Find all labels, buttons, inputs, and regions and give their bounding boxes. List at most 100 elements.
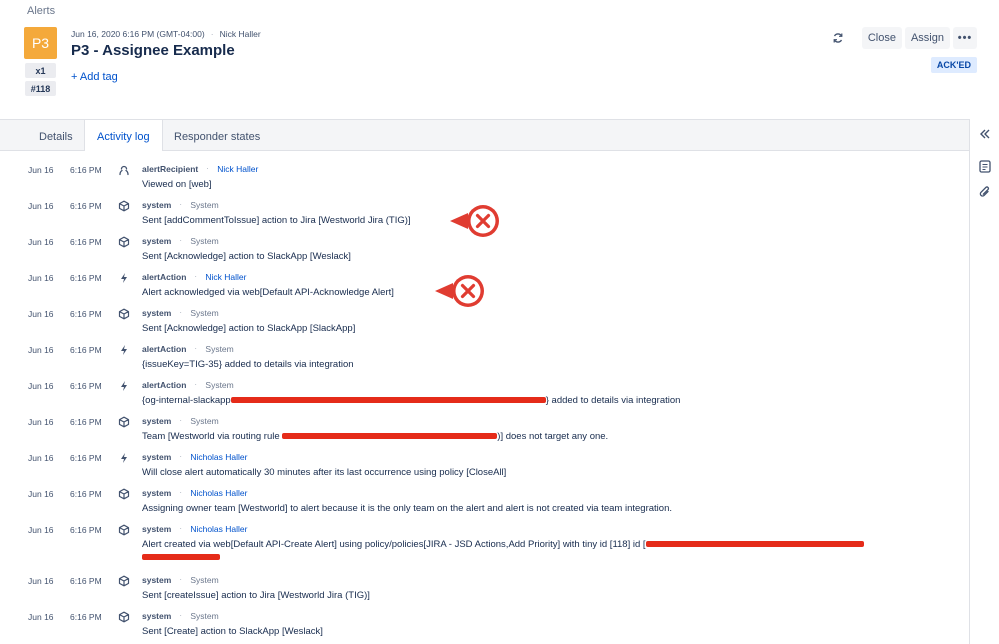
meta-separator: · bbox=[210, 29, 214, 39]
log-message: {og-internal-slackapp} added to details … bbox=[142, 395, 680, 406]
log-separator: · bbox=[206, 164, 209, 173]
redaction-mark bbox=[142, 554, 220, 560]
log-time: 6:16 PM bbox=[70, 309, 102, 319]
log-time: 6:16 PM bbox=[70, 525, 102, 535]
attachment-icon[interactable] bbox=[978, 185, 992, 199]
priority-badge: P3 bbox=[24, 27, 57, 59]
table-row: Jun 16 6:16 PM alertAction · System {issueKey… bbox=[0, 336, 969, 372]
log-separator: · bbox=[194, 380, 198, 389]
activity-panel: Details Activity log Responder states Ju… bbox=[0, 119, 969, 644]
table-row: Jun 16 6:16 PM alertAction · System {og-inter… bbox=[0, 372, 969, 408]
log-message: Alert created via web[Default API-Create… bbox=[142, 539, 864, 550]
log-actor: alertRecipient bbox=[142, 164, 199, 174]
log-date: Jun 16 bbox=[28, 576, 54, 586]
log-separator: · bbox=[179, 200, 182, 209]
person-icon bbox=[118, 164, 130, 176]
log-user[interactable]: Nick Haller bbox=[205, 272, 246, 282]
lightning-icon bbox=[118, 344, 130, 356]
log-separator: · bbox=[179, 308, 182, 317]
collapse-icon[interactable] bbox=[978, 127, 992, 141]
log-date: Jun 16 bbox=[28, 237, 54, 247]
log-message-text: Team [Westworld via routing rule bbox=[142, 431, 283, 442]
log-message: Sent [Acknowledge] action to SlackApp [W… bbox=[142, 251, 351, 262]
count-badge: x1 bbox=[25, 63, 56, 78]
redaction-mark bbox=[645, 541, 864, 548]
log-user: System bbox=[190, 308, 219, 318]
alert-owner: Nick Haller bbox=[219, 29, 261, 39]
log-separator: · bbox=[179, 575, 182, 584]
cube-icon bbox=[118, 200, 130, 212]
log-actor: system bbox=[142, 308, 172, 318]
log-message-text: Alert created via web[Default API-Create… bbox=[142, 539, 646, 550]
log-time: 6:16 PM bbox=[70, 612, 102, 622]
log-user: System bbox=[190, 575, 219, 585]
log-time: 6:16 PM bbox=[70, 381, 102, 391]
log-date: Jun 16 bbox=[28, 612, 54, 622]
log-separator: · bbox=[179, 236, 182, 245]
log-separator: · bbox=[179, 416, 182, 425]
log-time: 6:16 PM bbox=[70, 273, 102, 283]
log-time: 6:16 PM bbox=[70, 201, 102, 211]
tab-bar: Details Activity log Responder states bbox=[0, 120, 969, 151]
close-button[interactable]: Close bbox=[861, 27, 902, 49]
log-separator: · bbox=[179, 488, 182, 497]
log-user: System bbox=[190, 200, 219, 210]
log-separator: · bbox=[179, 611, 182, 620]
log-user: System bbox=[190, 236, 219, 246]
log-time: 6:16 PM bbox=[70, 489, 102, 499]
table-row: Jun 16 6:16 PM alertRecipient · Nick Haller V… bbox=[0, 156, 969, 192]
log-actor: system bbox=[142, 488, 172, 498]
log-message: Will close alert automatically 30 minute… bbox=[142, 467, 507, 478]
log-actor: system bbox=[142, 452, 172, 462]
more-actions-button[interactable]: ••• bbox=[953, 27, 977, 49]
redaction-mark bbox=[230, 397, 546, 404]
log-date: Jun 16 bbox=[28, 165, 54, 175]
log-date: Jun 16 bbox=[28, 381, 54, 391]
log-message: Sent [Acknowledge] action to SlackApp [S… bbox=[142, 323, 356, 334]
log-user[interactable]: Nick Haller bbox=[217, 164, 258, 174]
log-actor: system bbox=[142, 416, 172, 426]
log-message-text: )] does not target any one. bbox=[497, 431, 609, 442]
log-actor: alertAction bbox=[142, 380, 187, 390]
log-actor: system bbox=[142, 524, 172, 534]
notes-icon[interactable] bbox=[978, 159, 992, 173]
log-time: 6:16 PM bbox=[70, 345, 102, 355]
log-user[interactable]: Nicholas Haller bbox=[190, 524, 247, 534]
table-row: Jun 16 6:16 PM system · Nicholas Haller Alert… bbox=[0, 516, 969, 567]
log-date: Jun 16 bbox=[28, 525, 54, 535]
error-callout-icon bbox=[433, 273, 489, 309]
log-separator: · bbox=[194, 272, 198, 281]
refresh-icon[interactable] bbox=[825, 27, 851, 49]
cube-icon bbox=[118, 308, 130, 320]
lightning-icon bbox=[118, 452, 130, 464]
breadcrumb[interactable]: Alerts bbox=[27, 5, 55, 17]
status-badge: ACK'ED bbox=[930, 57, 977, 73]
log-message: {issueKey=TIG-35} added to details via i… bbox=[142, 359, 354, 370]
log-user[interactable]: Nicholas Haller bbox=[190, 488, 247, 498]
tiny-id-badge: #118 bbox=[25, 81, 56, 96]
log-message: Sent [createIssue] action to Jira [Westw… bbox=[142, 590, 370, 601]
table-row: Jun 16 6:16 PM system · System Sent [createIs… bbox=[0, 567, 969, 603]
cube-icon bbox=[118, 611, 130, 623]
tab-activity-log[interactable]: Activity log bbox=[84, 120, 163, 151]
redaction-mark bbox=[282, 433, 498, 440]
log-message-text: {og-internal-slackapp bbox=[142, 395, 231, 406]
log-message: Sent [Create] action to SlackApp [Weslac… bbox=[142, 626, 323, 637]
assign-button[interactable]: Assign bbox=[904, 27, 950, 49]
add-tag-link[interactable]: + Add tag bbox=[71, 71, 118, 83]
error-callout-icon bbox=[448, 203, 504, 239]
tab-details[interactable]: Details bbox=[39, 131, 73, 143]
lightning-icon bbox=[118, 380, 130, 392]
log-message: Assigning owner team [Westworld] to aler… bbox=[142, 503, 672, 514]
log-separator: · bbox=[179, 452, 182, 461]
log-time: 6:16 PM bbox=[70, 576, 102, 586]
log-actor: system bbox=[142, 575, 172, 585]
log-date: Jun 16 bbox=[28, 273, 54, 283]
log-user[interactable]: Nicholas Haller bbox=[190, 452, 247, 462]
log-separator: · bbox=[194, 344, 198, 353]
log-date: Jun 16 bbox=[28, 417, 54, 427]
log-user: System bbox=[190, 416, 219, 426]
tab-responder-states[interactable]: Responder states bbox=[174, 131, 260, 143]
log-separator: · bbox=[179, 524, 182, 533]
log-date: Jun 16 bbox=[28, 201, 54, 211]
